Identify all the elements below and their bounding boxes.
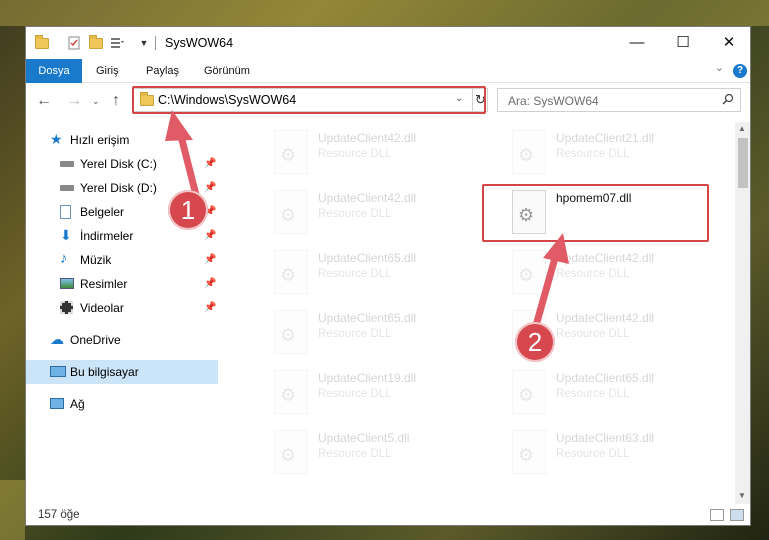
step-1-badge: 1	[168, 190, 208, 230]
step-2-badge: 2	[515, 322, 555, 362]
arrow-1-icon	[165, 110, 200, 199]
annotation-arrows	[165, 110, 569, 326]
arrow-2-icon	[533, 233, 569, 326]
